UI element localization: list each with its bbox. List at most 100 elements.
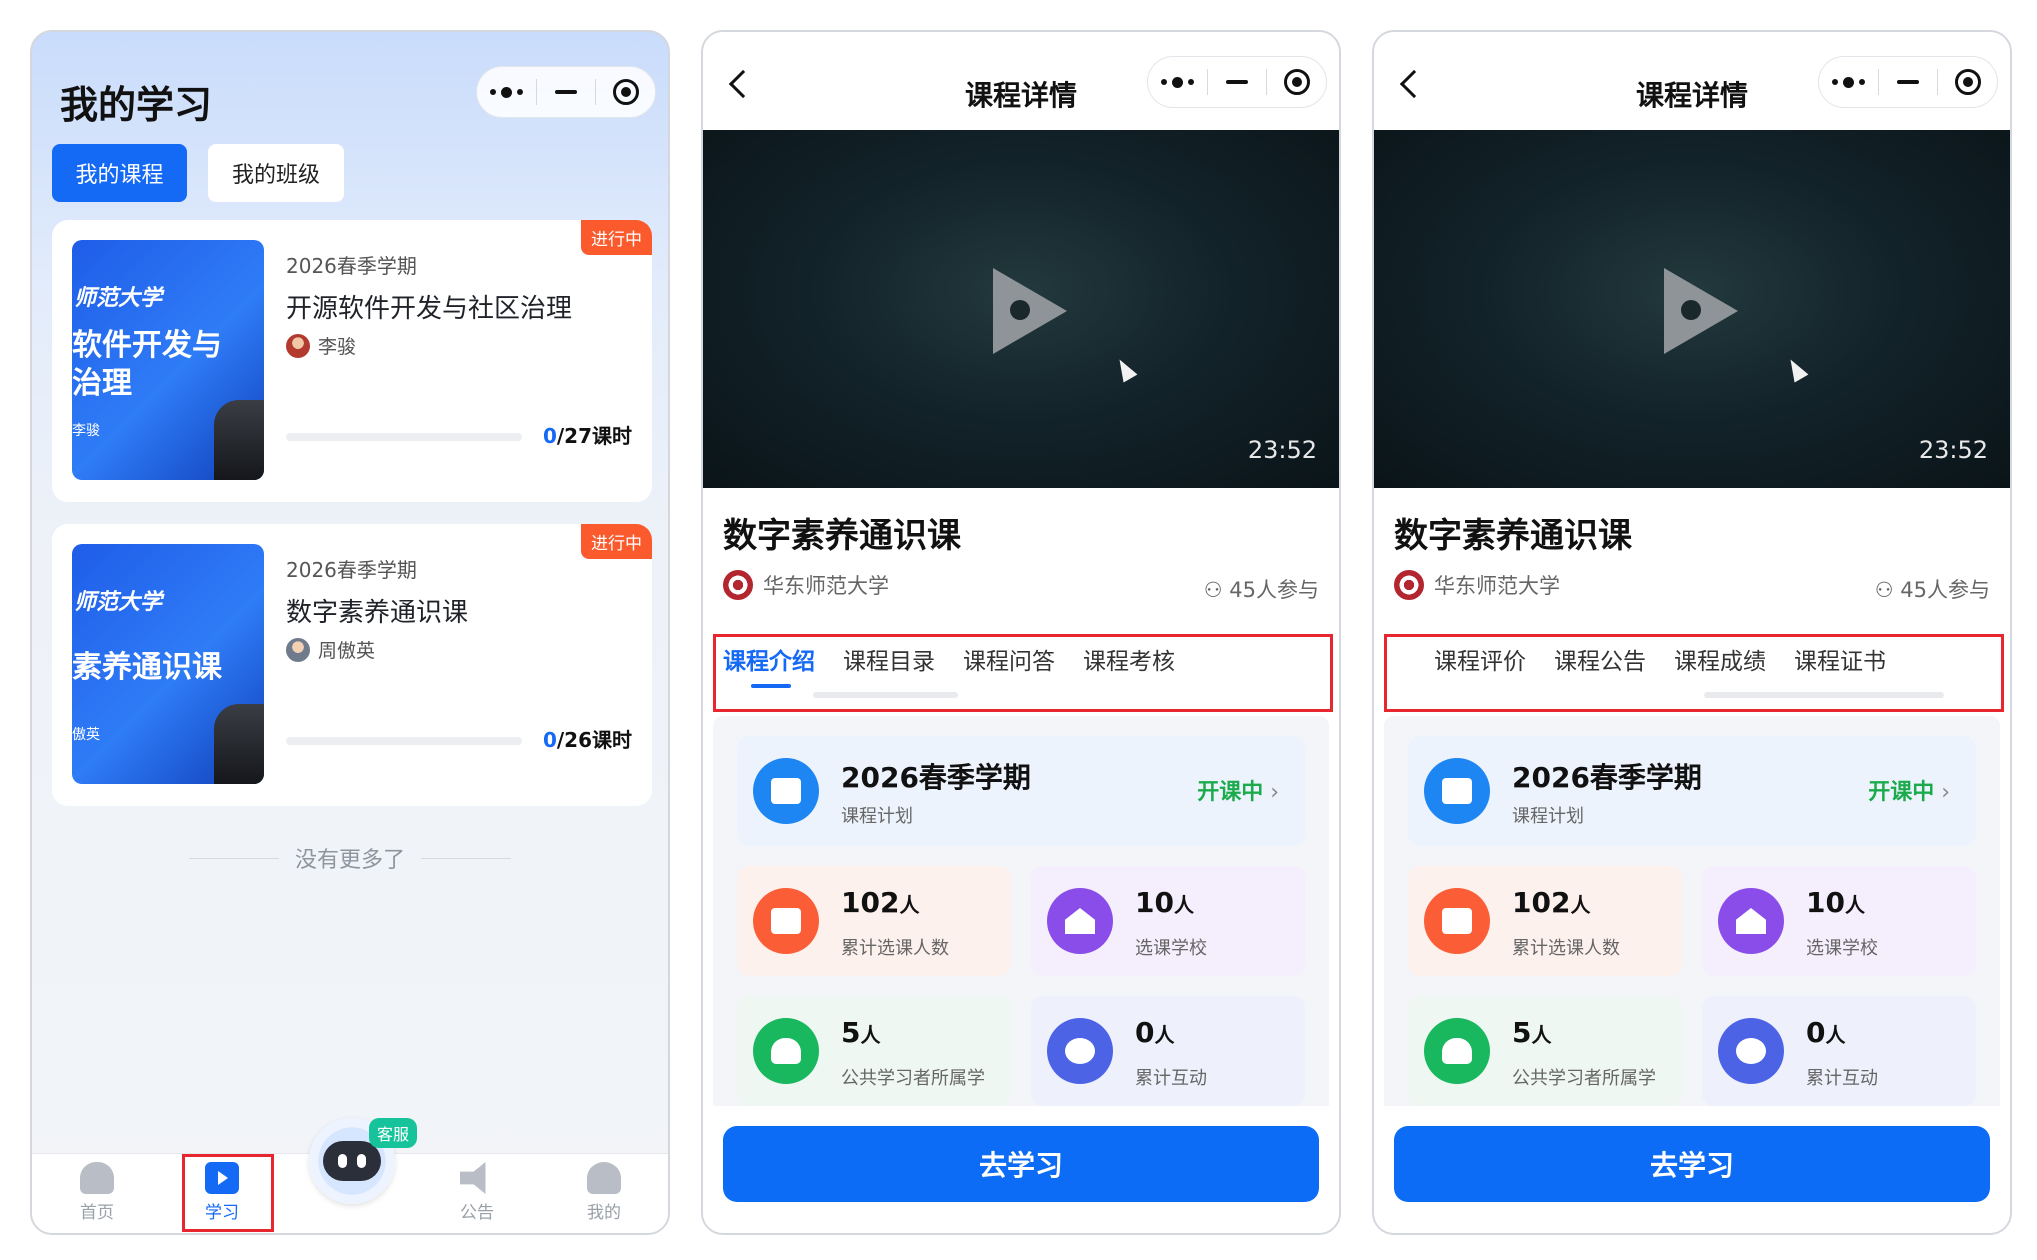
avatar (286, 637, 310, 662)
tab-label: 学习 (205, 1203, 239, 1223)
school-name: 华东师范大学 (763, 574, 889, 598)
person-icon (1424, 1018, 1490, 1084)
course-teacher: 周傲英 (286, 636, 375, 663)
stat-label: 选课学校 (1135, 938, 1207, 959)
cursor-icon (1783, 355, 1809, 383)
close-app-button[interactable] (1267, 57, 1326, 107)
course-term: 2026春季学期 (286, 254, 417, 278)
close-app-button[interactable] (1938, 57, 1997, 107)
cover-title-line: 素养通识课 (72, 650, 222, 685)
play-icon[interactable] (993, 268, 1067, 354)
cover-title-line: 治理 (72, 366, 132, 401)
course-term: 2026春季学期 (286, 558, 417, 582)
avatar (286, 333, 310, 358)
progress-text: 0/27课时 (542, 424, 632, 448)
active-tab-indicator (751, 684, 791, 688)
tab-course-catalog[interactable]: 课程目录 (843, 642, 935, 676)
bottom-tabbar: 首页 学习 客服 公告 我的 (32, 1118, 668, 1233)
cover-teacher: 傲英 (72, 727, 100, 743)
stat-card: 0人 累计互动 (1702, 996, 1976, 1106)
tab-my-courses[interactable]: 我的课程 (52, 144, 187, 202)
person-icon (753, 1018, 819, 1084)
tab-course-certificate[interactable]: 课程证书 (1794, 642, 1886, 676)
progress-text: 0/26课时 (542, 728, 632, 752)
page-title: 我的学习 (60, 83, 213, 127)
school-logo-icon (723, 570, 753, 600)
users-icon (1424, 888, 1490, 954)
tab-my-classes[interactable]: 我的班级 (208, 144, 344, 202)
status-badge: 进行中 (581, 524, 652, 559)
tab-me[interactable]: 我的 (564, 1162, 644, 1223)
minimize-icon (1897, 80, 1919, 84)
course-tabs: 课程评价 课程公告 课程成绩 课程证书 (1384, 628, 2000, 698)
more-icon (1831, 76, 1865, 88)
term-card[interactable]: 2026春季学期 课程计划 开课中 (1408, 736, 1976, 846)
teacher-name: 李骏 (318, 336, 357, 358)
teacher-photo (214, 400, 264, 480)
target-icon (1283, 69, 1310, 95)
cover-teacher: 李骏 (72, 423, 100, 439)
teacher-photo (214, 704, 264, 784)
tab-course-notice[interactable]: 课程公告 (1554, 642, 1646, 676)
school-row: 华东师范大学 (1394, 570, 1560, 600)
course-card[interactable]: 师范大学 素养通识课 傲英 进行中 2026春季学期 数字素养通识课 周傲英 0… (52, 524, 652, 806)
stat-card: 10人 选课学校 (1702, 866, 1976, 976)
kefu-badge: 客服 (369, 1118, 418, 1148)
tab-home[interactable]: 首页 (57, 1162, 137, 1223)
cover-school-logo: 师范大学 (74, 285, 163, 311)
minimize-button[interactable] (537, 67, 596, 117)
user-icon (587, 1162, 621, 1194)
participants-count: ⚇ 45人参与 (1874, 578, 1990, 602)
video-duration: 23:52 (1247, 436, 1317, 464)
more-menu-button[interactable] (1819, 57, 1878, 107)
mini-program-capsule (1818, 56, 1998, 108)
tab-course-grades[interactable]: 课程成绩 (1674, 642, 1766, 676)
school-name: 华东师范大学 (1434, 574, 1560, 598)
course-card[interactable]: 师范大学 软件开发与 治理 李骏 进行中 2026春季学期 开源软件开发与社区治… (52, 220, 652, 502)
tab-label: 我的 (587, 1203, 621, 1223)
stat-label: 选课学校 (1806, 938, 1878, 959)
minimize-button[interactable] (1208, 57, 1267, 107)
tab-scrollbar[interactable] (813, 692, 958, 698)
video-player[interactable]: 23:52 (1374, 130, 2010, 488)
tab-study[interactable]: 学习 (182, 1162, 262, 1223)
tab-scrollbar[interactable] (1704, 692, 1944, 698)
stat-label: 累计选课人数 (1512, 938, 1620, 959)
nav-bar: 课程详情 (703, 32, 1339, 130)
go-study-button[interactable]: 去学习 (723, 1126, 1319, 1202)
video-duration: 23:52 (1918, 436, 1988, 464)
close-app-button[interactable] (596, 67, 655, 117)
no-more-text: 没有更多了 (294, 848, 405, 873)
robot-icon (323, 1141, 381, 1181)
minimize-button[interactable] (1879, 57, 1938, 107)
tab-course-exam[interactable]: 课程考核 (1083, 642, 1175, 676)
course-tabs: 课程介绍 课程目录 课程问答 课程考核 (713, 628, 1329, 698)
school-icon (1718, 888, 1784, 954)
stat-label: 累计选课人数 (841, 938, 949, 959)
term-card[interactable]: 2026春季学期 课程计划 开课中 (737, 736, 1305, 846)
play-icon (205, 1162, 239, 1194)
video-player[interactable]: 23:52 (703, 130, 1339, 488)
minimize-icon (1226, 80, 1248, 84)
stat-label: 累计互动 (1135, 1068, 1207, 1089)
tab-label: 首页 (80, 1203, 114, 1223)
tab-course-intro[interactable]: 课程介绍 (723, 642, 815, 676)
course-name: 开源软件开发与社区治理 (286, 294, 573, 324)
term-sub: 课程计划 (841, 806, 913, 827)
more-menu-button[interactable] (1148, 57, 1207, 107)
more-menu-button[interactable] (477, 67, 536, 117)
go-study-button[interactable]: 去学习 (1394, 1126, 1990, 1202)
tab-course-qa[interactable]: 课程问答 (963, 642, 1055, 676)
course-detail-screen: 课程详情 23:52 数字素养通识课 华东师范大学 ⚇ 45人参与 课程评价 课… (1372, 30, 2012, 1235)
school-icon (1047, 888, 1113, 954)
stat-label: 累计互动 (1806, 1068, 1878, 1089)
course-detail-screen: 课程详情 23:52 数字素养通识课 华东师范大学 ⚇ 45人参与 课程介绍 课… (701, 30, 1341, 1235)
term-sub: 课程计划 (1512, 806, 1584, 827)
tab-notice[interactable]: 公告 (437, 1162, 517, 1223)
play-icon[interactable] (1664, 268, 1738, 354)
speaker-icon (460, 1162, 486, 1194)
tab-course-review[interactable]: 课程评价 (1434, 642, 1526, 676)
course-info: 数字素养通识课 华东师范大学 ⚇ 45人参与 课程评价 课程公告 课程成绩 课程… (1374, 488, 2010, 1110)
term-name: 2026春季学期 (1512, 761, 1702, 794)
course-info: 数字素养通识课 华东师范大学 ⚇ 45人参与 课程介绍 课程目录 课程问答 课程… (703, 488, 1339, 1110)
